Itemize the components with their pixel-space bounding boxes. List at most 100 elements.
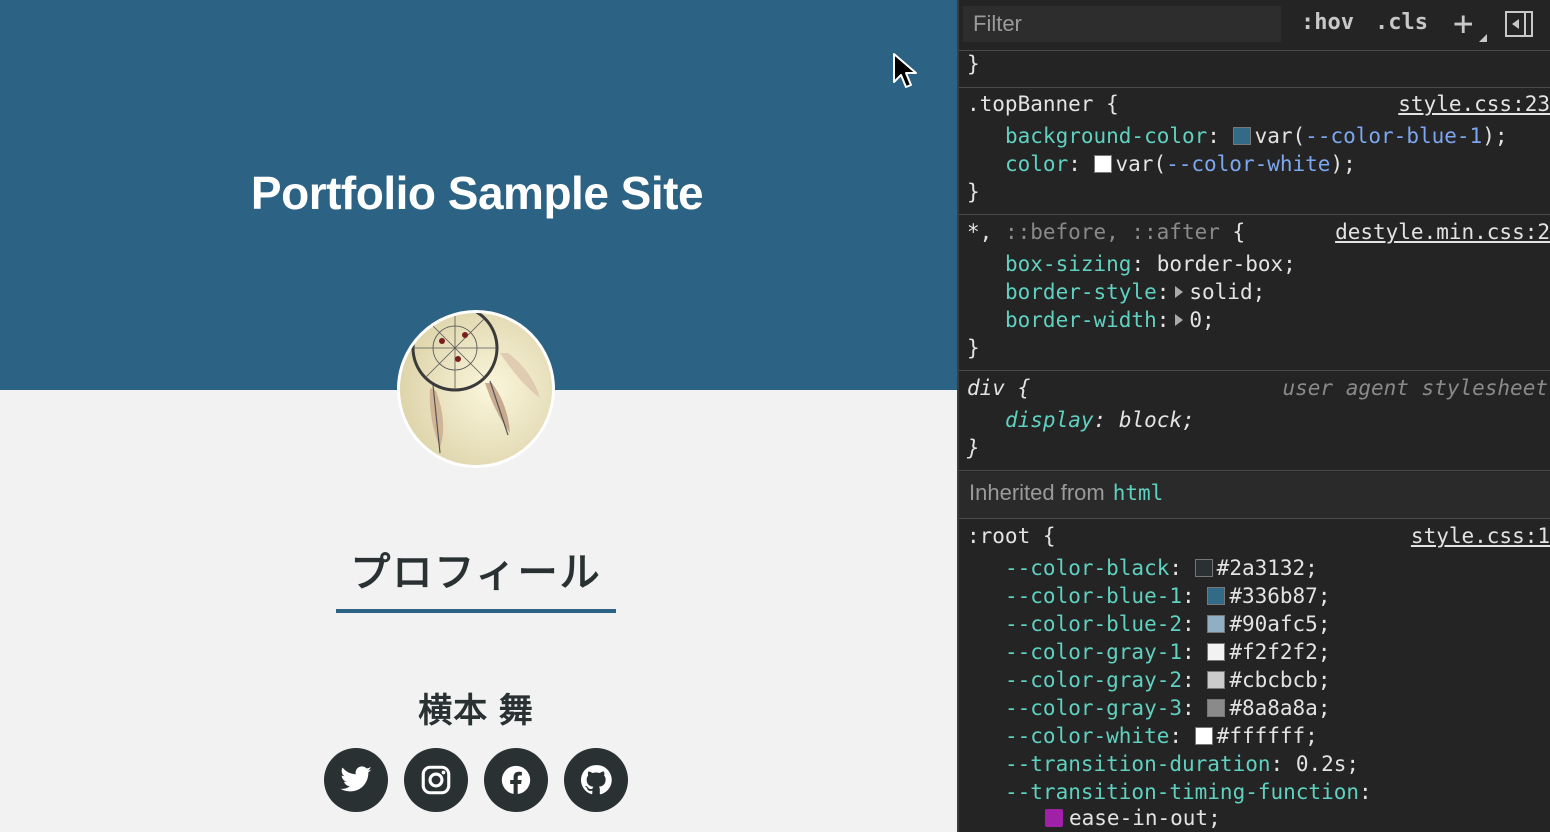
site-title: Portfolio Sample Site bbox=[250, 167, 704, 219]
variable-value: ease-in-out; bbox=[1069, 806, 1221, 830]
rule-closing-brace: } bbox=[967, 436, 980, 460]
page-preview: Portfolio Sample Site プロフィール 横本 舞 bbox=[0, 0, 957, 832]
css-variable-declaration[interactable]: --color-gray-3: #8a8a8a; bbox=[1005, 694, 1330, 722]
hover-state-button[interactable]: :hov bbox=[1301, 10, 1354, 35]
variable-name: --transition-timing-function bbox=[1005, 780, 1360, 804]
selector-pseudo: ::before, ::after bbox=[992, 220, 1220, 244]
css-variable-declaration[interactable]: --color-gray-2: #cbcbcb; bbox=[1005, 666, 1330, 694]
css-variable-declaration[interactable]: --transition-timing-function: bbox=[1005, 778, 1372, 806]
color-swatch[interactable] bbox=[1207, 671, 1226, 689]
css-variable-declaration[interactable]: --color-gray-1: #f2f2f2; bbox=[1005, 638, 1330, 666]
variable-name: --color-white bbox=[1005, 724, 1170, 748]
rule-separator bbox=[959, 214, 1550, 215]
property-name: border-width bbox=[1005, 308, 1157, 332]
variable-name: --color-blue-2 bbox=[1005, 612, 1183, 636]
class-toggle-button[interactable]: .cls bbox=[1375, 10, 1428, 35]
twitter-button[interactable] bbox=[324, 748, 388, 812]
rule-source-link[interactable]: style.css:23 bbox=[1398, 90, 1550, 118]
section-underline bbox=[336, 609, 616, 613]
toggle-sidebar-icon[interactable] bbox=[1505, 11, 1533, 37]
declaration: display: block; bbox=[1005, 408, 1195, 432]
variable-name[interactable]: --color-blue-1 bbox=[1305, 124, 1482, 148]
rule-separator bbox=[959, 518, 1550, 519]
expand-shorthand-icon[interactable] bbox=[1175, 286, 1184, 298]
variable-name: --color-black bbox=[1005, 556, 1170, 580]
property-name: color bbox=[1005, 152, 1069, 176]
css-variable-value-line[interactable]: ease-in-out; bbox=[1045, 804, 1221, 832]
declaration[interactable]: background-color: var(--color-blue-1); bbox=[1005, 122, 1507, 150]
css-variable-declaration[interactable]: --color-black: #2a3132; bbox=[1005, 554, 1318, 582]
rule-source-link[interactable]: destyle.min.css:2 bbox=[1335, 218, 1550, 246]
variable-name: --color-gray-2 bbox=[1005, 668, 1183, 692]
mouse-cursor-icon bbox=[893, 53, 917, 88]
rule-selector: .topBanner { bbox=[967, 92, 1119, 116]
css-variable-declaration[interactable]: --color-white: #ffffff; bbox=[1005, 722, 1318, 750]
color-swatch[interactable] bbox=[1207, 643, 1226, 661]
rule-selector: div { bbox=[967, 376, 1031, 400]
property-value: border-box; bbox=[1156, 252, 1296, 276]
twitter-icon bbox=[340, 766, 372, 792]
css-variable-declaration[interactable]: --transition-duration: 0.2s; bbox=[1005, 750, 1359, 778]
rule-closing-brace: } bbox=[967, 52, 980, 76]
new-style-rule-button[interactable]: + bbox=[1453, 4, 1473, 44]
variable-name[interactable]: --color-white bbox=[1166, 152, 1330, 176]
property-name: background-color bbox=[1005, 124, 1208, 148]
rule-separator bbox=[959, 470, 1550, 471]
inherited-element-link[interactable]: html bbox=[1113, 481, 1164, 505]
section-heading: プロフィール bbox=[350, 551, 602, 595]
color-swatch[interactable] bbox=[1232, 127, 1251, 145]
color-swatch[interactable] bbox=[1207, 615, 1226, 633]
variable-value: #90afc5; bbox=[1229, 612, 1331, 636]
rule-separator bbox=[959, 87, 1550, 88]
new-rule-menu-corner-icon bbox=[1479, 34, 1487, 42]
variable-name: --transition-duration bbox=[1005, 752, 1271, 776]
css-variable-declaration[interactable]: --color-blue-1: #336b87; bbox=[1005, 582, 1330, 610]
facebook-icon bbox=[501, 765, 531, 795]
rule-selector: *, ::before, ::after { bbox=[967, 218, 1245, 246]
rule-source-link[interactable]: style.css:1 bbox=[1411, 522, 1550, 550]
selector-brace: { bbox=[1219, 220, 1246, 244]
property-value: solid; bbox=[1189, 280, 1266, 304]
css-variable-declaration[interactable]: --color-blue-2: #90afc5; bbox=[1005, 610, 1330, 638]
inherited-label: Inherited from bbox=[969, 480, 1105, 505]
instagram-button[interactable] bbox=[404, 748, 468, 812]
github-button[interactable] bbox=[564, 748, 628, 812]
styles-toolbar: :hov .cls + bbox=[959, 0, 1550, 51]
devtools-styles-pane: :hov .cls + } .topBanner { style.css:23 … bbox=[957, 0, 1550, 832]
expand-shorthand-icon[interactable] bbox=[1175, 314, 1184, 326]
inherited-from-header: Inherited from html bbox=[969, 480, 1163, 506]
color-swatch[interactable] bbox=[1093, 155, 1112, 173]
color-swatch[interactable] bbox=[1207, 699, 1226, 717]
declaration[interactable]: border-style: solid; bbox=[1005, 278, 1265, 306]
property-name: border-style bbox=[1005, 280, 1157, 304]
rule-closing-brace: } bbox=[967, 180, 980, 204]
user-agent-label: user agent stylesheet bbox=[1282, 376, 1548, 400]
variable-value: #cbcbcb; bbox=[1229, 668, 1331, 692]
variable-name: --color-gray-1 bbox=[1005, 640, 1183, 664]
github-icon bbox=[580, 765, 612, 795]
facebook-button[interactable] bbox=[484, 748, 548, 812]
selector-universal: *, bbox=[967, 220, 993, 244]
variable-name: --color-blue-1 bbox=[1005, 584, 1183, 608]
filter-input[interactable] bbox=[963, 6, 1281, 42]
avatar bbox=[397, 310, 555, 468]
variable-name: --color-gray-3 bbox=[1005, 696, 1183, 720]
variable-value: 0.2s; bbox=[1295, 752, 1360, 776]
property-name: display bbox=[1005, 408, 1094, 432]
dreamcatcher-image bbox=[400, 313, 552, 465]
color-swatch[interactable] bbox=[1194, 559, 1213, 577]
declaration[interactable]: border-width: 0; bbox=[1005, 306, 1215, 334]
instagram-icon bbox=[421, 765, 451, 795]
property-name: box-sizing bbox=[1005, 252, 1132, 276]
variable-value: #ffffff; bbox=[1216, 724, 1318, 748]
rule-separator bbox=[959, 370, 1550, 371]
color-swatch[interactable] bbox=[1194, 727, 1213, 745]
declaration[interactable]: box-sizing: border-box; bbox=[1005, 250, 1296, 278]
social-links bbox=[324, 748, 628, 812]
variable-value: #8a8a8a; bbox=[1229, 696, 1331, 720]
color-swatch[interactable] bbox=[1207, 587, 1226, 605]
easing-editor-icon[interactable] bbox=[1045, 809, 1063, 827]
declaration[interactable]: color: var(--color-white); bbox=[1005, 150, 1356, 178]
variable-value: #336b87; bbox=[1229, 584, 1331, 608]
variable-value: #f2f2f2; bbox=[1229, 640, 1331, 664]
